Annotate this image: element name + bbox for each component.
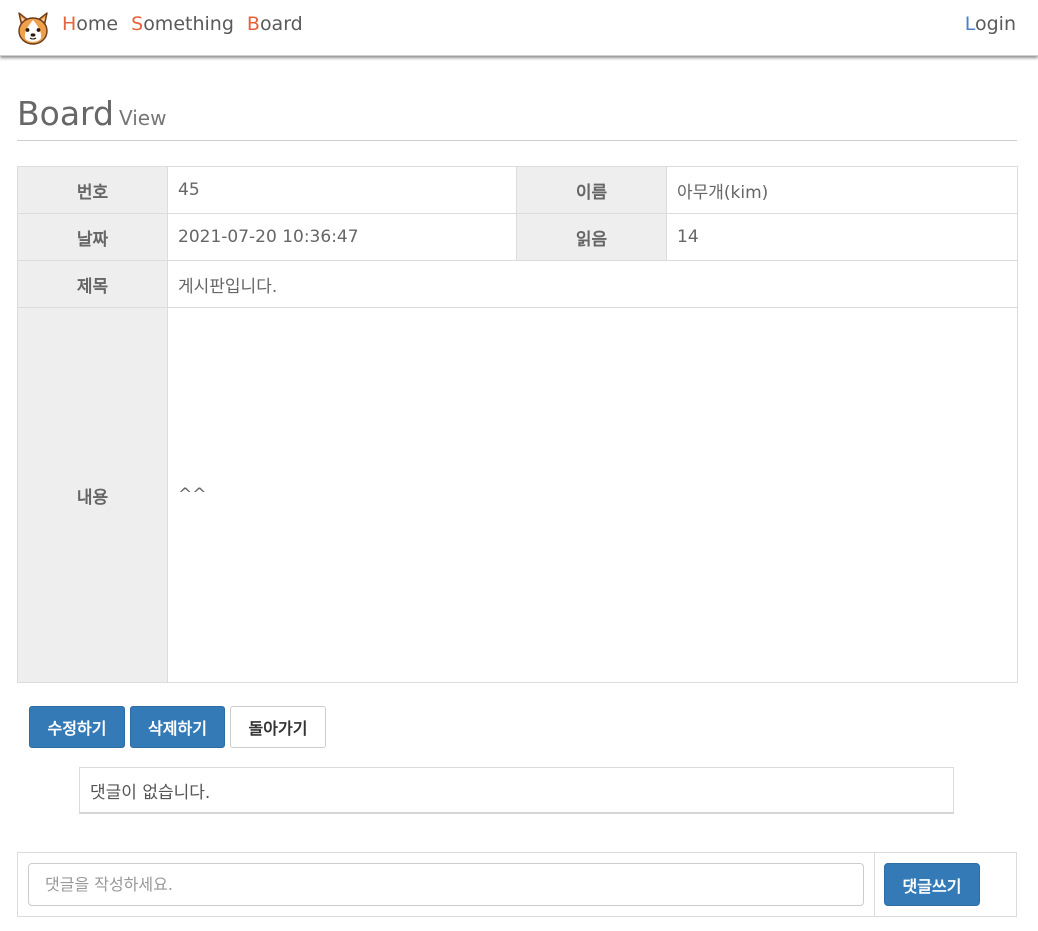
table-row: 번호 45 이름 아무개(kim)	[17, 166, 1018, 214]
table-row: 내용 ^^	[17, 307, 1018, 683]
login-link[interactable]: Login	[965, 13, 1016, 35]
post-author: 아무개(kim)	[666, 166, 1018, 214]
nav-something-link[interactable]: Something	[131, 13, 234, 35]
page-subtitle: View	[119, 106, 167, 130]
navbar: Home Something Board Login	[0, 0, 1038, 56]
post-number: 45	[167, 166, 517, 214]
nav-home-link[interactable]: Home	[62, 13, 118, 35]
comment-submit-button[interactable]: 댓글쓰기	[884, 863, 980, 906]
comments-list: 댓글이 없습니다.	[79, 767, 954, 814]
post-views: 14	[666, 213, 1018, 261]
comment-input[interactable]	[28, 863, 864, 906]
nav-links: Home Something Board	[62, 13, 303, 35]
page-header: Board View	[17, 94, 1017, 141]
page-title: Board	[17, 94, 114, 133]
comment-form: 댓글쓰기	[17, 852, 1017, 917]
table-row: 제목 게시판입니다.	[17, 260, 1018, 308]
views-label: 읽음	[516, 213, 667, 261]
post-date: 2021-07-20 10:36:47	[167, 213, 517, 261]
no-comments-message: 댓글이 없습니다.	[90, 783, 211, 803]
post-detail-table: 번호 45 이름 아무개(kim) 날짜 2021-07-20 10:36:47…	[17, 166, 1018, 683]
delete-button[interactable]: 삭제하기	[130, 706, 225, 748]
name-label: 이름	[516, 166, 667, 214]
post-content: ^^	[167, 307, 1018, 683]
date-label: 날짜	[17, 213, 168, 261]
content-label: 내용	[17, 307, 168, 683]
subject-label: 제목	[17, 260, 168, 308]
nav-board-link[interactable]: Board	[247, 13, 303, 35]
form-divider	[874, 853, 875, 916]
post-subject: 게시판입니다.	[167, 260, 1018, 308]
corgi-face-icon[interactable]	[16, 10, 50, 46]
table-row: 날짜 2021-07-20 10:36:47 읽음 14	[17, 213, 1018, 261]
number-label: 번호	[17, 166, 168, 214]
edit-button[interactable]: 수정하기	[29, 706, 125, 748]
back-button[interactable]: 돌아가기	[230, 706, 326, 748]
